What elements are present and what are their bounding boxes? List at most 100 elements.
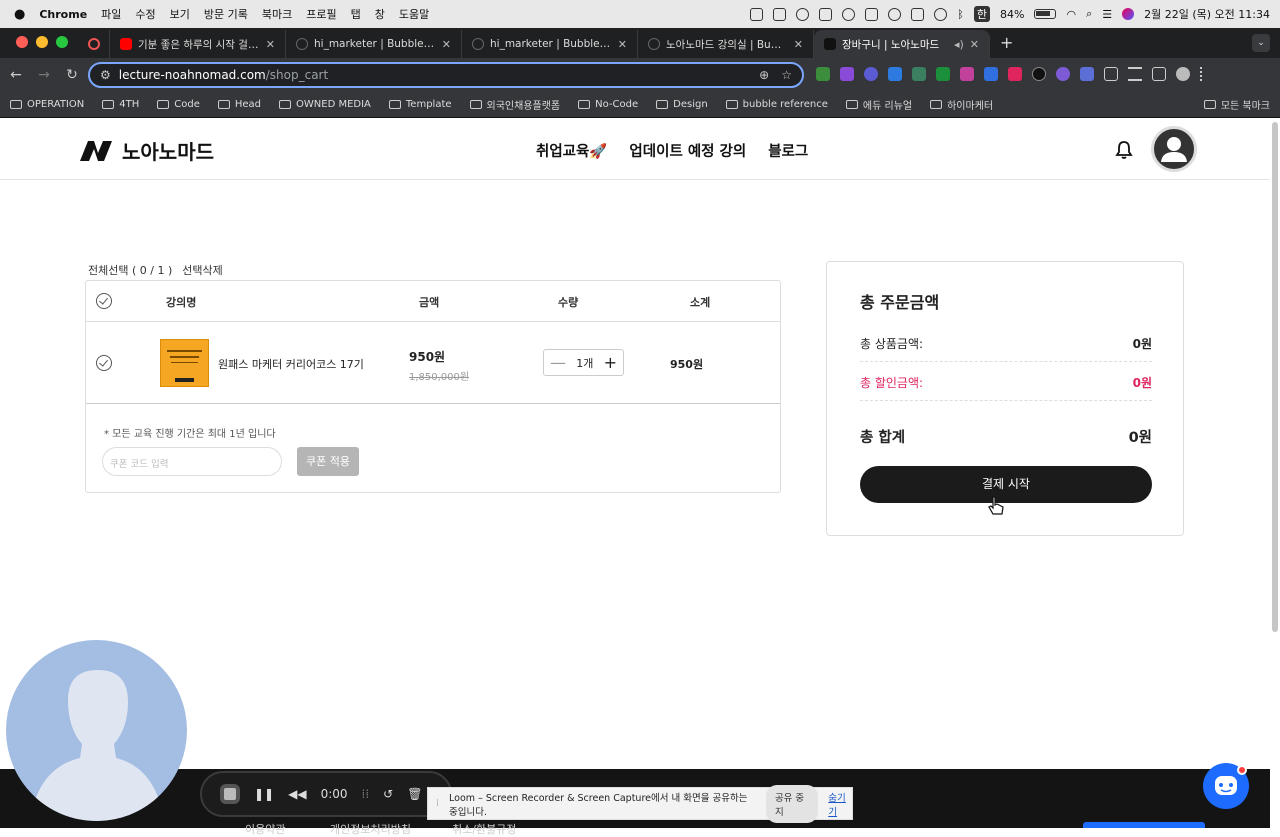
menu-tab[interactable]: 탭	[351, 6, 361, 22]
status-icon-4[interactable]	[819, 7, 833, 21]
speaker-icon[interactable]: ◂)	[954, 38, 964, 51]
site-info-icon[interactable]: ⚙	[100, 68, 111, 82]
menu-bookmarks[interactable]: 북마크	[262, 6, 292, 22]
siri-icon[interactable]	[1122, 8, 1135, 20]
close-tab-icon[interactable]: ✕	[266, 38, 275, 51]
bookmark-folder[interactable]: Design	[656, 99, 708, 110]
bookmark-folder[interactable]: bubble reference	[725, 99, 828, 110]
status-icon-1[interactable]	[750, 7, 764, 21]
bookmark-star-icon[interactable]: ☆	[781, 68, 792, 82]
footer-terms[interactable]: 이용약관	[245, 821, 285, 837]
close-window-button[interactable]	[16, 36, 28, 48]
search-icon[interactable]: ⌕	[1086, 7, 1092, 21]
extension-icon[interactable]	[864, 67, 878, 81]
tab-search-button[interactable]: ⌄	[1252, 34, 1270, 52]
extension-icon[interactable]	[1032, 67, 1046, 81]
extension-icon[interactable]	[840, 67, 854, 81]
extension-icon[interactable]	[912, 67, 926, 81]
status-icon-2[interactable]	[773, 7, 787, 21]
delete-selected-link[interactable]: 선택삭제	[182, 262, 222, 278]
menu-edit[interactable]: 수정	[135, 6, 155, 22]
decrease-qty-button[interactable]: —	[550, 354, 566, 371]
stop-sharing-button[interactable]: 공유 중지	[765, 784, 819, 823]
webcam-bubble[interactable]	[6, 640, 187, 821]
chat-widget-button[interactable]	[1203, 763, 1249, 809]
menu-window[interactable]: 창	[375, 6, 385, 22]
extension-icon[interactable]	[888, 67, 902, 81]
status-icon-6[interactable]	[888, 7, 902, 21]
profile-icon[interactable]	[1176, 67, 1190, 81]
course-name[interactable]: 원패스 마케터 커리어코스 17기	[218, 356, 364, 372]
menu-kebab-icon[interactable]	[1200, 67, 1204, 81]
close-tab-icon[interactable]: ✕	[442, 38, 451, 51]
status-icon-5[interactable]	[865, 7, 879, 21]
play-icon[interactable]	[842, 7, 856, 21]
app-menu[interactable]: Chrome	[39, 8, 87, 21]
tab-pinned[interactable]	[80, 30, 110, 58]
extension-icon[interactable]	[1080, 67, 1094, 81]
bookmark-folder[interactable]: Code	[157, 99, 200, 110]
side-panel-icon[interactable]	[1152, 67, 1166, 81]
extension-icon[interactable]	[936, 67, 950, 81]
bookmark-folder[interactable]: 에듀 리뉴얼	[845, 97, 912, 112]
site-logo[interactable]: 노아노마드	[78, 136, 214, 165]
bookmark-folder[interactable]: OPERATION	[10, 99, 84, 110]
input-source[interactable]: 한	[973, 6, 991, 22]
extension-icon[interactable]	[1008, 67, 1022, 81]
user-avatar[interactable]	[1151, 126, 1197, 172]
page-scrollbar[interactable]	[1272, 122, 1278, 632]
control-center-icon[interactable]: ☰	[1102, 8, 1112, 21]
all-bookmarks[interactable]: 모든 북마크	[1203, 97, 1270, 112]
bookmark-folder[interactable]: Template	[388, 99, 452, 110]
status-icon-7[interactable]	[911, 7, 925, 21]
forward-button[interactable]: →	[32, 67, 56, 83]
select-all-checkbox[interactable]	[96, 293, 112, 309]
zoom-icon[interactable]: ⊕	[759, 68, 769, 82]
bookmark-folder[interactable]: Head	[217, 99, 261, 110]
nav-item-upcoming[interactable]: 업데이트 예정 강의	[629, 140, 746, 161]
trash-icon[interactable]: 🗑	[407, 787, 422, 801]
extension-icon[interactable]	[960, 67, 974, 81]
footer-privacy[interactable]: 개인정보처리방침	[330, 821, 411, 837]
extensions-puzzle-icon[interactable]	[1104, 67, 1118, 81]
coupon-input[interactable]: 쿠폰 코드 입력	[102, 447, 282, 476]
bookmark-folder[interactable]: No-Code	[578, 99, 638, 110]
apply-coupon-button[interactable]: 쿠폰 적용	[297, 447, 359, 476]
hide-banner-link[interactable]: 숨기기	[828, 790, 852, 818]
course-thumbnail[interactable]	[160, 339, 209, 387]
datetime[interactable]: 2월 22일 (목) 오전 11:34	[1144, 6, 1270, 22]
footer-refund[interactable]: 취소/환불규정	[452, 821, 516, 837]
select-all-link[interactable]: 전체선택 ( 0 / 1 )	[88, 262, 172, 278]
airdrop-icon[interactable]	[934, 7, 948, 21]
menu-help[interactable]: 도움말	[399, 6, 429, 22]
reading-list-icon[interactable]	[1128, 67, 1142, 81]
wifi-icon[interactable]: ◠	[1066, 8, 1076, 21]
restart-icon[interactable]: ↺	[383, 787, 393, 801]
close-tab-icon[interactable]: ✕	[794, 38, 803, 51]
apple-icon[interactable]: ●	[14, 7, 25, 22]
tab-bubble-2[interactable]: hi_marketer | Bubble Editor ✕	[462, 30, 638, 58]
extension-icon[interactable]	[1056, 67, 1070, 81]
bookmark-folder[interactable]: OWNED MEDIA	[279, 99, 371, 110]
tab-bubble-3[interactable]: 노아노마드 강의실 | Bubble Edito ✕	[638, 30, 814, 58]
nav-item-blog[interactable]: 블로그	[768, 140, 808, 161]
start-payment-button[interactable]: 결제 시작	[860, 466, 1152, 503]
tab-shop-cart[interactable]: 장바구니 | 노아노마드 ◂) ✕	[814, 30, 990, 58]
menu-file[interactable]: 파일	[101, 6, 121, 22]
stop-recording-button[interactable]	[220, 784, 240, 804]
close-tab-icon[interactable]: ✕	[970, 38, 979, 51]
back-button[interactable]: ←	[4, 67, 28, 83]
new-tab-button[interactable]: +	[990, 33, 1023, 58]
bell-icon[interactable]	[1114, 140, 1134, 160]
drag-handle-icon[interactable]: ⁞	[436, 798, 439, 809]
bookmark-folder[interactable]: 외국인채용플랫폼	[469, 97, 560, 112]
rewind-icon[interactable]: ◀◀	[288, 787, 306, 801]
minimize-window-button[interactable]	[36, 36, 48, 48]
drag-handle-icon[interactable]: ⁞⁞	[362, 787, 370, 801]
zoom-window-button[interactable]	[56, 36, 68, 48]
close-tab-icon[interactable]: ✕	[618, 38, 627, 51]
battery-icon[interactable]	[1034, 9, 1057, 19]
nav-item-career[interactable]: 취업교육🚀	[536, 140, 607, 161]
item-checkbox[interactable]	[96, 355, 112, 371]
increase-qty-button[interactable]: +	[604, 354, 617, 371]
